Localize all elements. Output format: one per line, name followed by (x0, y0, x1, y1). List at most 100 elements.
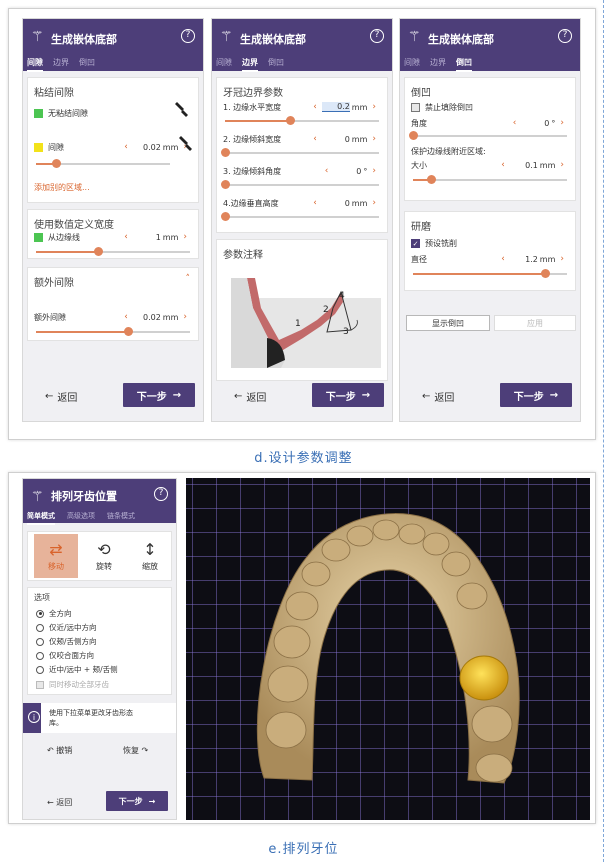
increase-arrow-icon[interactable]: › (367, 102, 381, 112)
help-icon[interactable]: ? (558, 29, 572, 43)
tab-gap[interactable]: 间隙 (216, 57, 232, 72)
back-button[interactable]: ← 返回 (47, 797, 72, 808)
apply-button[interactable]: 应用 (494, 315, 576, 331)
scale-tool[interactable]: ↕ 缩放 (128, 534, 172, 578)
tab-chain[interactable]: 链条模式 (107, 511, 135, 525)
from-margin-slider[interactable] (36, 247, 190, 256)
radio-option[interactable]: 仅颊/舌侧方向 (36, 636, 97, 647)
increase-arrow-icon[interactable]: › (178, 312, 192, 322)
radio-button[interactable] (36, 637, 44, 646)
radio-button[interactable] (36, 623, 44, 632)
back-button[interactable]: ← 返回 (45, 389, 77, 404)
diameter-slider[interactable] (413, 269, 567, 278)
decrease-arrow-icon[interactable]: ‹ (308, 198, 322, 208)
paint-brush-icon[interactable] (178, 134, 194, 152)
decrease-arrow-icon[interactable]: ‹ (508, 118, 522, 128)
back-button[interactable]: ← 返回 (422, 389, 454, 404)
param-slider[interactable] (225, 116, 379, 125)
selected-tooth[interactable] (459, 655, 509, 701)
back-button[interactable]: ← 返回 (234, 389, 266, 404)
tab-advanced[interactable]: 高级选项 (67, 511, 95, 525)
slider-knob[interactable] (285, 116, 295, 125)
gap-value[interactable]: 0.02 (133, 143, 161, 152)
radio-option[interactable]: 全方向 (36, 608, 72, 619)
next-button[interactable]: 下一步 → (123, 383, 195, 407)
tab-simple[interactable]: 简单模式 (27, 511, 55, 525)
move-all-row[interactable]: 同时移动全部牙齿 (36, 679, 109, 690)
help-icon[interactable]: ? (154, 487, 168, 501)
slider-knob[interactable] (221, 212, 230, 221)
param-slider[interactable] (221, 212, 379, 221)
from-margin-value[interactable]: 1 (133, 233, 161, 242)
extra-gap-slider[interactable] (36, 327, 190, 336)
radio-button[interactable] (36, 665, 44, 674)
next-button[interactable]: 下一步 → (500, 383, 572, 407)
increase-arrow-icon[interactable]: › (555, 118, 569, 128)
increase-arrow-icon[interactable]: › (367, 166, 381, 176)
slider-knob[interactable] (409, 131, 418, 140)
increase-arrow-icon[interactable]: › (555, 160, 569, 170)
radio-option[interactable]: 近中/远中 + 颊/舌侧 (36, 664, 118, 675)
dental-arch-model[interactable] (186, 478, 590, 820)
drill-checkbox[interactable]: ✓ (411, 238, 420, 248)
increase-arrow-icon[interactable]: › (367, 198, 381, 208)
slider-knob[interactable] (221, 180, 230, 189)
help-icon[interactable]: ? (181, 29, 195, 43)
slider-knob[interactable] (93, 247, 103, 256)
forbid-fill-checkbox[interactable] (411, 102, 420, 112)
radio-button[interactable] (36, 651, 44, 660)
extra-gap-value[interactable]: 0.02 (133, 313, 161, 322)
tab-gap[interactable]: 间隙 (404, 57, 420, 72)
slider-knob[interactable] (427, 175, 437, 184)
move-tool[interactable]: ⇄ 移动 (34, 534, 78, 578)
param-value[interactable]: 0 (322, 135, 350, 144)
tab-margin[interactable]: 边界 (53, 57, 69, 72)
forbid-fill-row[interactable]: 禁止填除倒凹 (411, 100, 569, 114)
increase-arrow-icon[interactable]: › (555, 254, 569, 264)
add-region-link[interactable]: 添加别的区域... (34, 182, 90, 193)
redo-button[interactable]: 恢复 ↷ (123, 745, 148, 756)
decrease-arrow-icon[interactable]: ‹ (496, 160, 510, 170)
size-slider[interactable] (413, 175, 567, 184)
radio-option[interactable]: 仅近/远中方向 (36, 622, 97, 633)
chevron-up-icon[interactable]: ˄ (186, 274, 191, 284)
next-button[interactable]: 下一步 → (106, 791, 168, 811)
no-cement-row[interactable]: 无粘结间隙 (34, 106, 192, 120)
tab-undercut[interactable]: 倒凹 (268, 57, 284, 72)
angle-slider[interactable] (409, 131, 567, 140)
tab-margin[interactable]: 边界 (430, 57, 446, 72)
tab-undercut[interactable]: 倒凹 (456, 57, 472, 72)
move-all-checkbox[interactable] (36, 680, 44, 689)
undo-button[interactable]: ↶ 撤销 (47, 745, 72, 756)
next-button[interactable]: 下一步 → (312, 383, 384, 407)
rotate-tool[interactable]: ⟲ 旋转 (82, 534, 126, 578)
gap-slider[interactable] (36, 159, 170, 168)
radio-option[interactable]: 仅咬合面方向 (36, 650, 94, 661)
tab-margin[interactable]: 边界 (242, 57, 258, 72)
slider-knob[interactable] (541, 269, 551, 278)
tab-gap[interactable]: 间隙 (27, 57, 43, 72)
show-undercut-button[interactable]: 显示倒凹 (406, 315, 490, 331)
param-value[interactable]: 0 (322, 199, 350, 208)
decrease-arrow-icon[interactable]: ‹ (119, 142, 133, 152)
decrease-arrow-icon[interactable]: ‹ (308, 134, 322, 144)
angle-value[interactable]: 0 (521, 119, 549, 128)
size-value[interactable]: 0.1 (510, 161, 538, 170)
param-value[interactable]: 0 (333, 167, 361, 176)
decrease-arrow-icon[interactable]: ‹ (320, 166, 334, 176)
param-slider[interactable] (221, 180, 379, 189)
tab-undercut[interactable]: 倒凹 (79, 57, 95, 72)
radio-button[interactable] (36, 609, 44, 618)
decrease-arrow-icon[interactable]: ‹ (119, 232, 133, 242)
diameter-value[interactable]: 1.2 (510, 255, 538, 264)
decrease-arrow-icon[interactable]: ‹ (496, 254, 510, 264)
slider-knob[interactable] (221, 148, 230, 157)
decrease-arrow-icon[interactable]: ‹ (308, 102, 322, 112)
increase-arrow-icon[interactable]: › (178, 232, 192, 242)
slider-knob[interactable] (52, 159, 62, 168)
param-value[interactable]: 0.2 (321, 102, 350, 112)
increase-arrow-icon[interactable]: › (367, 134, 381, 144)
drill-row[interactable]: ✓ 预设铣削 (411, 236, 569, 250)
paint-brush-icon[interactable] (174, 100, 190, 118)
slider-knob[interactable] (124, 327, 134, 336)
